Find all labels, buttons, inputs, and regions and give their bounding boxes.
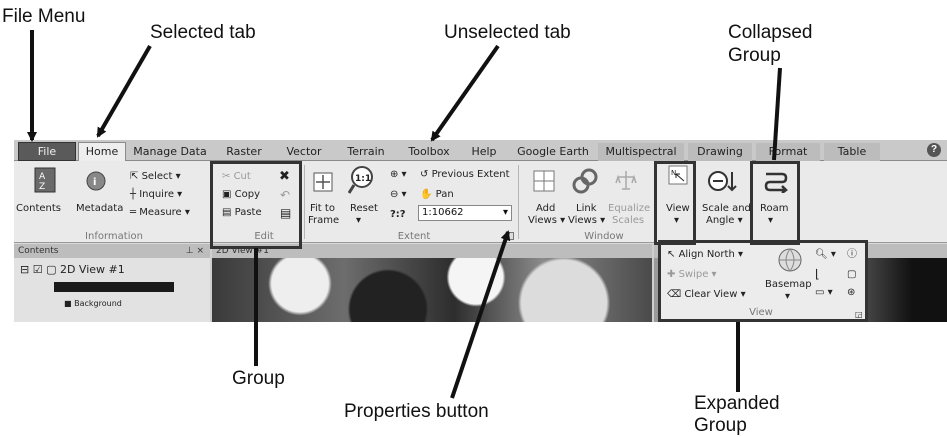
view-group-label: View: [749, 307, 773, 318]
edit-group-highlight: [210, 161, 302, 249]
tab-google-earth[interactable]: Google Earth: [512, 143, 594, 161]
ribbon-screenshot: File Home Manage Data Raster Vector Terr…: [14, 140, 947, 322]
compass-icon[interactable]: ⊛: [847, 287, 855, 298]
basemap-globe-icon[interactable]: [777, 247, 803, 273]
corner-icon[interactable]: ⌊: [815, 268, 820, 280]
tab-manage-data[interactable]: Manage Data: [130, 143, 210, 161]
label-collapsed-group-1: Collapsed: [728, 22, 813, 43]
tree-item-image-layer[interactable]: [54, 282, 174, 292]
contents-tree: ⊟ ☑ ▢ 2D View #1 ■ Background: [14, 258, 210, 322]
link-views-label-1[interactable]: Link: [576, 203, 596, 214]
ribbon-body: AZ Contents i Metadata ⇱ Select ▾ ┼ Inqu…: [14, 161, 947, 243]
label-expanded-group-1: Expanded: [694, 393, 780, 414]
view-collapsed-highlight: [654, 161, 696, 245]
metadata-icon[interactable]: i: [86, 171, 106, 191]
tab-toolbox[interactable]: Toolbox: [400, 143, 458, 161]
add-views-label-1[interactable]: Add: [536, 203, 555, 214]
tree-item-background[interactable]: ■ Background: [64, 298, 122, 309]
measure-button[interactable]: ═ Measure ▾: [130, 207, 190, 218]
label-file-menu: File Menu: [2, 6, 86, 27]
select-button[interactable]: ⇱ Select ▾: [130, 171, 181, 182]
link-views-icon[interactable]: [572, 167, 598, 195]
chevron-down-icon[interactable]: ▾: [503, 206, 508, 220]
zoom-tool-icon[interactable]: 🔍︎ ▾: [815, 249, 836, 260]
contents-icon[interactable]: AZ: [34, 167, 56, 193]
contents-pane-title: Contents ⊥ ×: [14, 244, 210, 258]
properties-button[interactable]: [506, 232, 514, 240]
roam-collapsed-highlight: [750, 161, 800, 245]
arrow-unselected-tab: [430, 44, 500, 142]
reset-icon[interactable]: 1:1: [347, 165, 374, 195]
equalize-scales-label-2[interactable]: Scales: [612, 215, 644, 226]
metadata-button[interactable]: Metadata: [76, 203, 123, 214]
separator: [518, 165, 519, 239]
expanded-properties-button[interactable]: ◲: [855, 309, 863, 320]
equalize-scales-icon[interactable]: [614, 169, 638, 193]
tab-file[interactable]: File: [18, 142, 76, 161]
label-unselected-tab: Unselected tab: [444, 22, 571, 43]
basemap-button[interactable]: Basemap: [765, 279, 812, 290]
previous-extent-button[interactable]: ↺ Previous Extent: [420, 169, 510, 180]
info-icon[interactable]: ⓘ: [847, 249, 857, 260]
help-icon[interactable]: ?: [927, 143, 941, 157]
fit-to-frame-icon[interactable]: [312, 171, 334, 193]
extent-group-label: Extent: [397, 231, 431, 242]
tab-raster[interactable]: Raster: [216, 143, 272, 161]
tab-strip: File Home Manage Data Raster Vector Terr…: [14, 140, 947, 162]
svg-text:i: i: [93, 177, 96, 188]
label-properties-button: Properties button: [344, 401, 489, 422]
frame-icon[interactable]: ▢: [847, 269, 856, 280]
svg-text:A: A: [39, 172, 46, 182]
label-expanded-group-2: Group: [694, 415, 747, 436]
scale-combobox[interactable]: 1:10662 ▾: [418, 205, 512, 221]
satellite-image-view[interactable]: [212, 258, 652, 322]
label-selected-tab: Selected tab: [150, 22, 256, 43]
expanded-view-group: ↖ Align North ▾ ✚ Swipe ▾ ⌫ Clear View ▾…: [658, 240, 868, 322]
svg-text:Z: Z: [39, 182, 45, 192]
separator: [304, 165, 305, 239]
reset-button[interactable]: Reset: [350, 203, 378, 214]
zoom-in-icon[interactable]: ⊕ ▾: [390, 169, 407, 180]
label-group: Group: [232, 368, 285, 389]
link-views-label-2[interactable]: Views ▾: [568, 215, 605, 226]
inquire-button[interactable]: ┼ Inquire ▾: [130, 189, 182, 200]
basemap-dropdown-icon[interactable]: ▾: [785, 291, 790, 302]
scale-angle-icon[interactable]: [708, 169, 738, 193]
fill-color-icon[interactable]: ▭ ▾: [815, 287, 833, 298]
reset-dropdown-icon[interactable]: ▾: [356, 215, 361, 226]
tab-table[interactable]: Table: [824, 143, 880, 161]
scale-icon: ?:?: [390, 209, 406, 220]
add-views-icon[interactable]: [532, 169, 556, 193]
arrow-selected-tab: [96, 44, 152, 138]
tab-home[interactable]: Home: [78, 142, 126, 162]
information-group-label: Information: [85, 231, 143, 242]
scale-angle-label-1[interactable]: Scale and: [702, 203, 751, 214]
tab-help[interactable]: Help: [462, 143, 506, 161]
add-views-label-2[interactable]: Views ▾: [528, 215, 565, 226]
fit-to-frame-label-1[interactable]: Fit to: [310, 203, 335, 214]
tab-vector[interactable]: Vector: [276, 143, 332, 161]
fit-to-frame-label-2[interactable]: Frame: [308, 215, 339, 226]
svg-text:1:1: 1:1: [355, 174, 371, 184]
equalize-scales-label-1[interactable]: Equalize: [608, 203, 650, 214]
label-collapsed-group-2: Group: [728, 45, 781, 66]
scale-angle-label-2[interactable]: Angle ▾: [706, 215, 743, 226]
tab-format[interactable]: Format: [756, 143, 820, 161]
pan-button[interactable]: ✋ Pan: [420, 189, 454, 200]
tree-item-2d-view[interactable]: ⊟ ☑ ▢ 2D View #1: [20, 264, 125, 275]
swipe-button[interactable]: ✚ Swipe ▾: [667, 269, 717, 280]
window-group-label: Window: [584, 231, 624, 242]
contents-button[interactable]: Contents: [16, 203, 61, 214]
pin-icon[interactable]: ⊥ ×: [186, 244, 204, 258]
align-north-button[interactable]: ↖ Align North ▾: [667, 249, 743, 260]
tab-drawing[interactable]: Drawing: [688, 143, 752, 161]
zoom-out-icon[interactable]: ⊖ ▾: [390, 189, 407, 200]
clear-view-button[interactable]: ⌫ Clear View ▾: [667, 289, 746, 300]
tab-multispectral[interactable]: Multispectral: [598, 143, 684, 161]
tab-terrain[interactable]: Terrain: [336, 143, 396, 161]
